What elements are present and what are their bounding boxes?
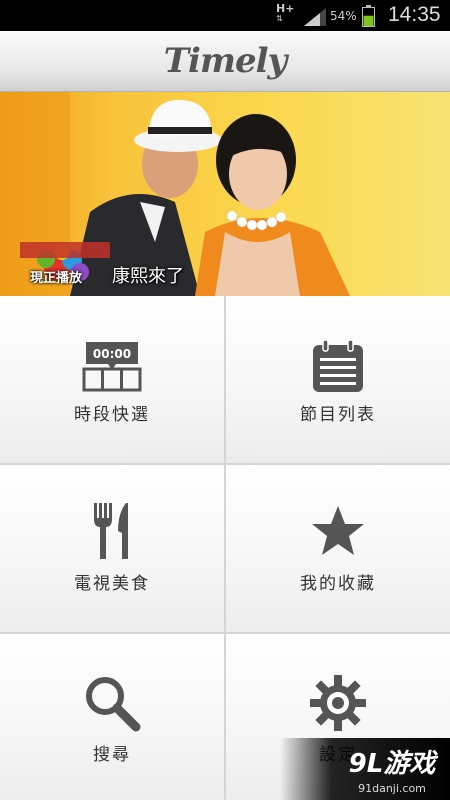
menu-label: 時段快選 [74, 405, 150, 425]
watermark-site: 91danji.com [358, 782, 426, 795]
now-playing-badge: 現正播放 [30, 271, 83, 286]
watermark-brand: 9L游戏 [349, 749, 439, 779]
clock-schedule-icon: 00:00 [82, 342, 142, 392]
clock-text: 00:00 [93, 347, 131, 361]
menu-tv-food[interactable]: 電視美食 [0, 465, 224, 632]
watermark-logo: 9L游戏 91danji.com [349, 749, 439, 795]
menu-program-list[interactable]: 節目列表 [226, 296, 450, 463]
signal-icon [304, 8, 326, 26]
network-indicator: H+ ⇅ [276, 3, 294, 24]
app-header: Timely [0, 31, 450, 92]
battery-icon [362, 5, 375, 27]
menu-label: 我的收藏 [300, 574, 376, 594]
menu-label: 節目列表 [300, 405, 376, 425]
data-arrows-icon: ⇅ [276, 14, 283, 23]
menu-search[interactable]: 搜尋 [0, 634, 224, 800]
app-logo: Timely [163, 41, 288, 81]
calendar-list-icon [313, 340, 363, 392]
gear-icon [310, 675, 366, 731]
program-title: 康熙來了 [112, 266, 184, 287]
divider-vertical [224, 296, 226, 800]
star-icon [312, 506, 364, 555]
status-bar: H+ ⇅ 54% 14:35 [0, 0, 450, 31]
now-playing-banner[interactable]: 現正播放 康熙來了 [0, 92, 450, 296]
search-icon [86, 677, 141, 732]
clock: 14:35 [388, 3, 441, 26]
watermark: 9L游戏 91danji.com [280, 738, 450, 800]
fork-knife-icon [94, 503, 128, 559]
menu-time-slot[interactable]: 00:00 時段快選 [0, 296, 224, 463]
menu-label: 搜尋 [93, 745, 131, 765]
menu-label: 電視美食 [74, 574, 150, 594]
battery-percent: 54% [330, 9, 357, 23]
menu-favorites[interactable]: 我的收藏 [226, 465, 450, 632]
